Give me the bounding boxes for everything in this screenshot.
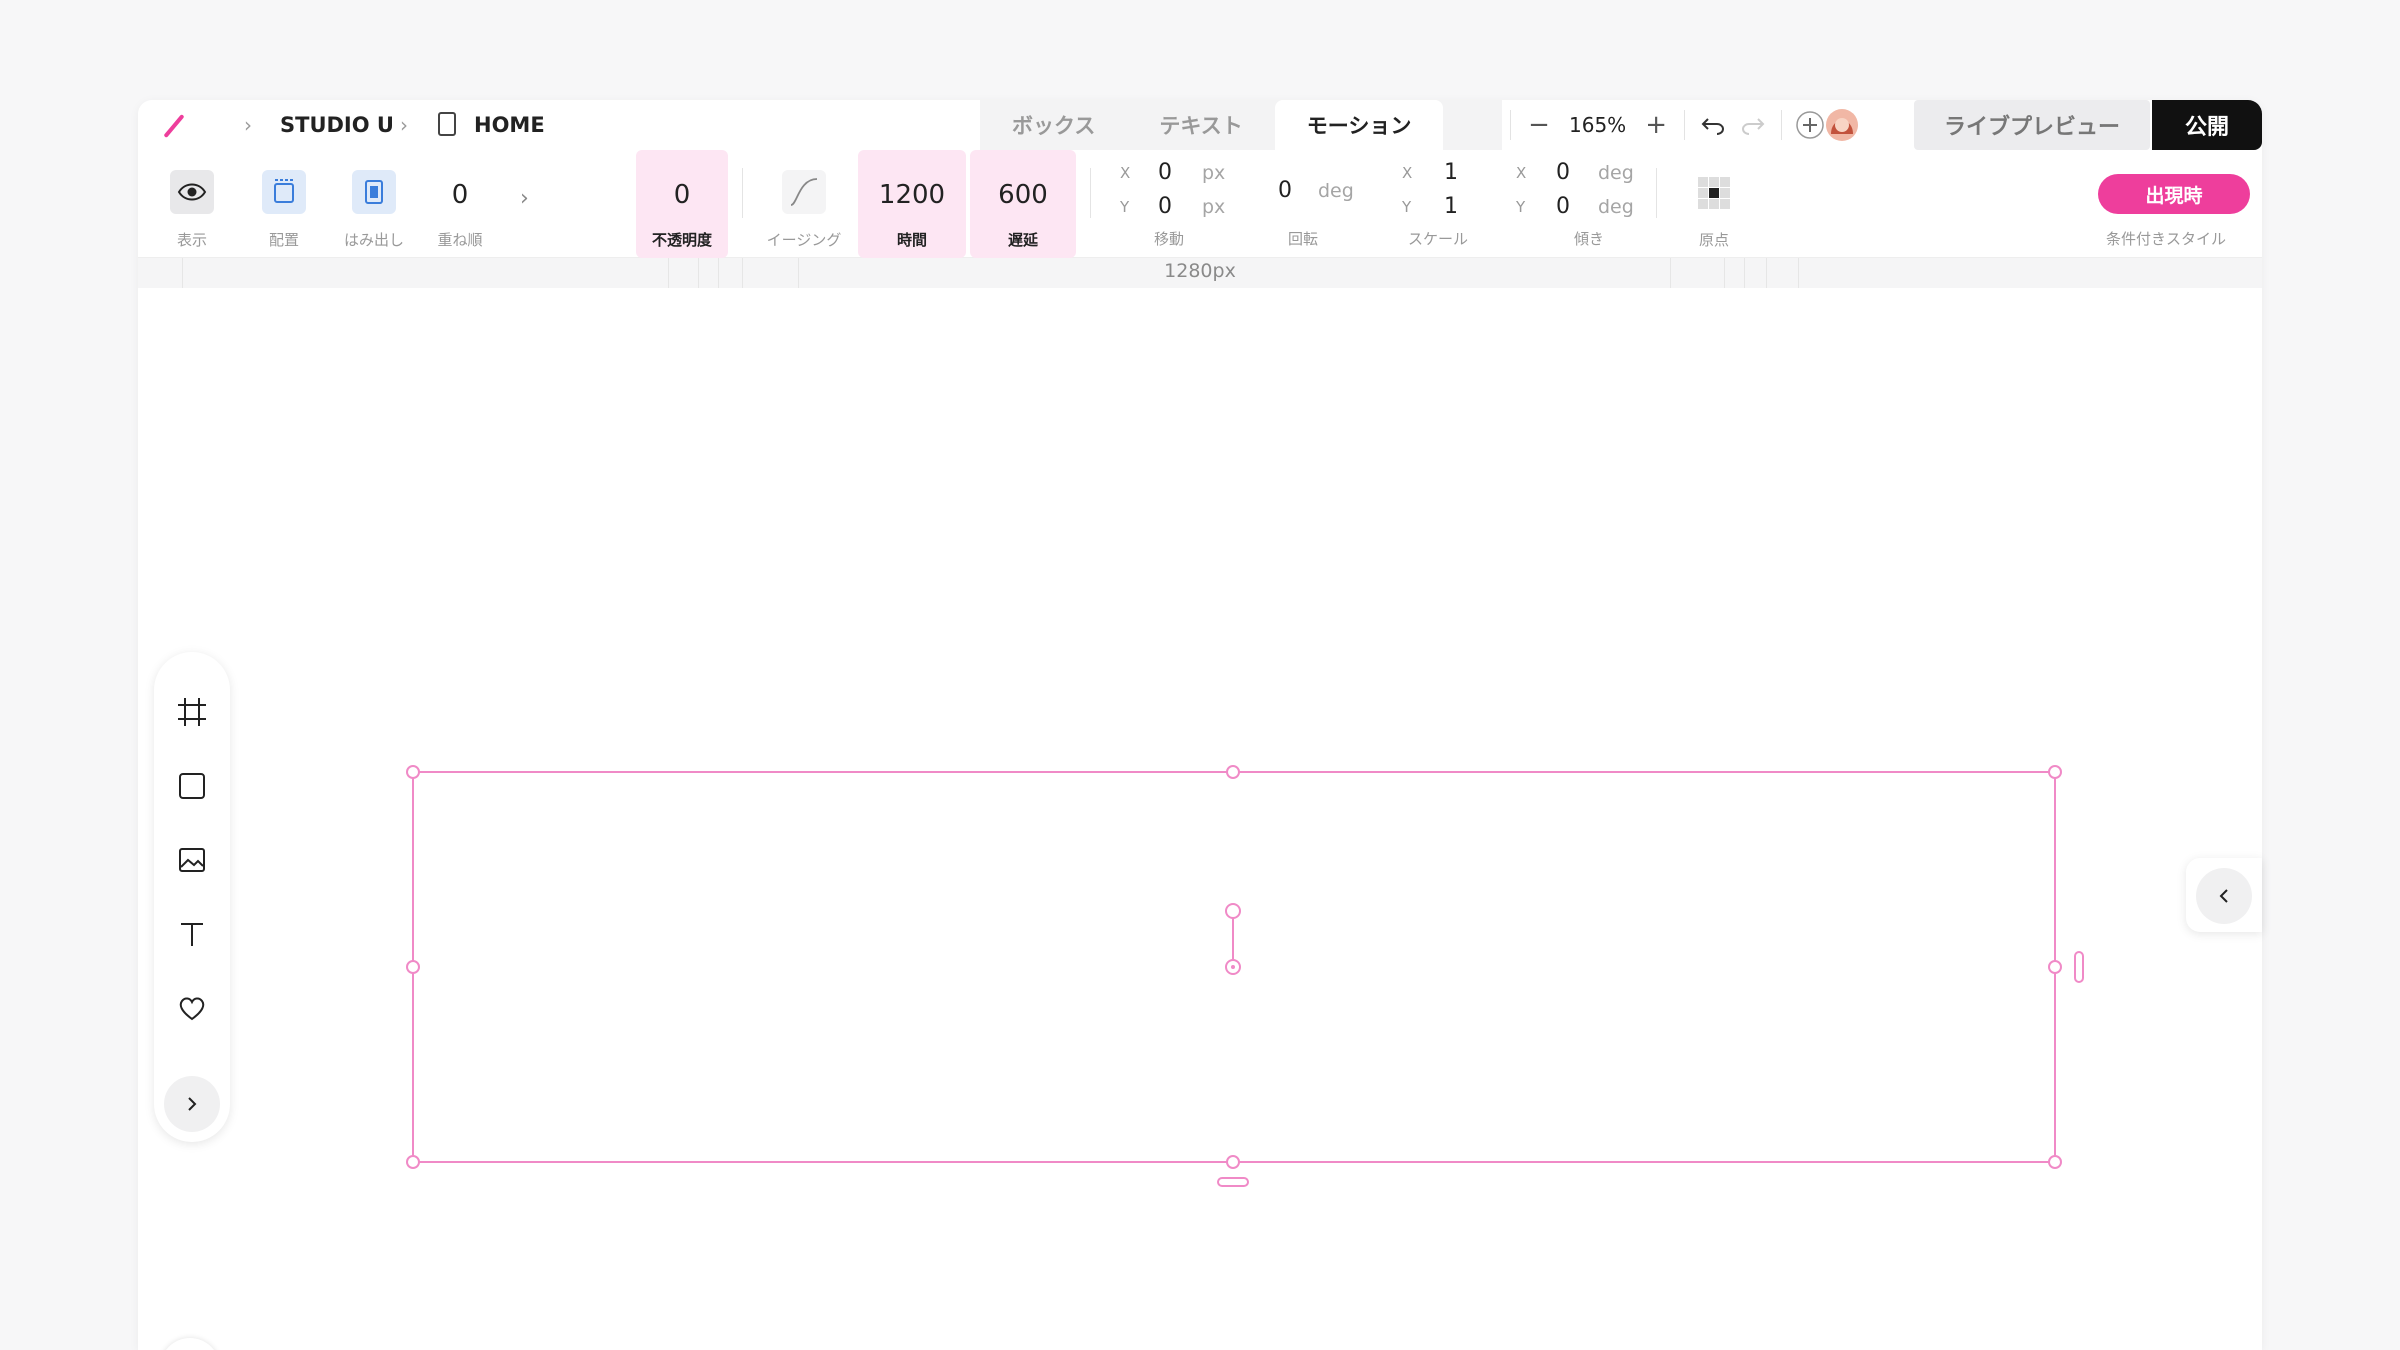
expand-tools-button[interactable]	[164, 1076, 220, 1132]
frame-icon[interactable]	[172, 692, 212, 732]
insert-toolbar	[154, 652, 230, 1142]
resize-handle-se[interactable]	[2048, 1155, 2062, 1169]
selection-overlay	[406, 765, 2084, 1187]
text-icon[interactable]	[172, 914, 212, 954]
resize-handle-sw[interactable]	[406, 1155, 420, 1169]
resize-handle-nw[interactable]	[406, 765, 420, 779]
heart-icon[interactable]	[172, 988, 212, 1028]
resize-handle-w[interactable]	[406, 960, 420, 974]
rotation-handle[interactable]	[1225, 903, 1241, 919]
chevron-right-icon	[188, 1097, 197, 1111]
resize-handle-s[interactable]	[1226, 1155, 1240, 1169]
resize-handle-n[interactable]	[1226, 765, 1240, 779]
image-icon[interactable]	[172, 840, 212, 880]
box-icon[interactable]	[172, 766, 212, 806]
chevron-left-icon[interactable]	[2196, 868, 2252, 924]
height-drag-handle[interactable]	[1217, 1177, 1249, 1187]
center-point-dot	[1231, 965, 1235, 969]
resize-handle-e[interactable]	[2048, 960, 2062, 974]
width-drag-handle[interactable]	[2074, 951, 2084, 983]
right-panel-toggle[interactable]	[2186, 858, 2262, 932]
resize-handle-ne[interactable]	[2048, 765, 2062, 779]
